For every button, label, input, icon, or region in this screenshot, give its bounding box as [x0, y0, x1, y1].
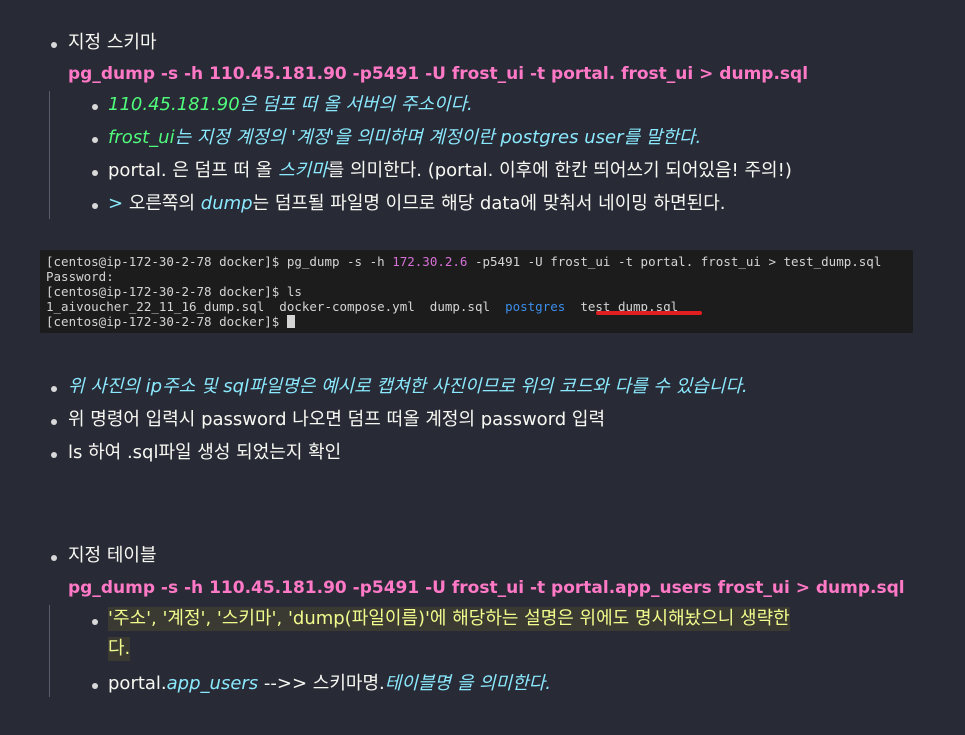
bullet-icon [92, 203, 98, 209]
item-text: portal. 은 덤프 떠 올 [108, 160, 279, 181]
redirect-symbol: > [108, 193, 129, 214]
highlighted-text: 다. [108, 637, 131, 661]
cursor-icon [286, 315, 295, 328]
bullet-icon [92, 104, 98, 110]
terminal-line: 1_aivoucher_22_11_16_dump.sql docker-com… [46, 299, 907, 314]
terminal-dir: postgres [505, 299, 566, 314]
list-item: frost_ui는 지정 계정의 '계정'을 의미하며 계정이란 postgre… [108, 126, 701, 150]
item-text: 오른쪽의 [128, 193, 201, 214]
account-name: frost_ui [108, 127, 175, 148]
bullet-icon [51, 419, 57, 425]
bullet-icon [51, 42, 57, 48]
note-item: ls 하여 .sql파일 생성 되었는지 확인 [68, 442, 342, 463]
terminal-line: Password: [46, 269, 114, 284]
section2-command: pg_dump -s -h 110.45.181.90 -p5491 -U fr… [68, 578, 905, 598]
highlighted-text: '주소', '계정', '스키마', 'dump(파일이름)'에 해당하는 설명… [108, 607, 790, 631]
terminal-line: [centos@ip-172-30-2-78 docker]$ [46, 314, 907, 329]
document-page: 지정 스키마 pg_dump -s -h 110.45.181.90 -p549… [0, 0, 965, 735]
item-text: 는 지정 계정의 '계정'을 의미하며 계정이란 postgres user를 … [174, 127, 702, 148]
bullet-icon [92, 683, 98, 689]
bullet-icon [92, 137, 98, 143]
item-text: 테이블명 을 의미한다. [384, 673, 551, 694]
list-item: > 오른쪽의 dump는 덤프될 파일명 이므로 해당 data에 맞춰서 네이… [108, 192, 726, 216]
item-text: -->> 스키마명. [258, 673, 385, 694]
bullet-icon [51, 555, 57, 561]
terminal-line: [centos@ip-172-30-2-78 docker]$ ls [46, 284, 302, 299]
terminal-screenshot: [centos@ip-172-30-2-78 docker]$ pg_dump … [40, 250, 913, 333]
server-ip: 110.45.181.90 [108, 94, 240, 115]
note-item: 위 명령어 입력시 password 나오면 덤프 떠올 계정의 passwor… [68, 409, 606, 430]
item-text: portal. [108, 673, 167, 694]
bullet-icon [51, 386, 57, 392]
item-text: 는 덤프될 파일명 이므로 해당 data에 맞춰서 네이밍 하면된다. [252, 193, 726, 214]
note-item: 위 사진의 ip주소 및 sql파일명은 예시로 캡쳐한 사진이므로 위의 코드… [68, 376, 748, 397]
indent-guide [49, 605, 50, 697]
list-item: portal.app_users -->> 스키마명.테이블명 을 의미한다. [108, 672, 551, 696]
table-word: app_users [166, 673, 259, 694]
section2-title: 지정 테이블 [68, 545, 157, 566]
list-item: portal. 은 덤프 떠 올 스키마를 의미한다. (portal. 이후에… [108, 159, 792, 183]
terminal-text: [centos@ip-172-30-2-78 docker]$ pg_dump … [46, 254, 393, 269]
list-item: 110.45.181.90은 덤프 떠 올 서버의 주소이다. [108, 93, 473, 117]
schema-word: 스키마 [278, 160, 328, 181]
terminal-ip: 172.30.2.6 [392, 254, 468, 269]
terminal-line: [centos@ip-172-30-2-78 docker]$ pg_dump … [46, 254, 907, 269]
section1-command: pg_dump -s -h 110.45.181.90 -p5491 -U fr… [68, 64, 809, 84]
indent-guide [49, 91, 50, 219]
dump-word: dump [200, 193, 253, 214]
terminal-text: -p5491 -U frost_ui -t portal. frost_ui >… [467, 254, 882, 269]
bullet-icon [92, 619, 98, 625]
red-underline [596, 311, 702, 315]
section1-title: 지정 스키마 [68, 32, 157, 53]
item-text: 은 덤프 떠 올 서버의 주소이다. [239, 94, 473, 115]
terminal-text: 1_aivoucher_22_11_16_dump.sql docker-com… [46, 299, 506, 314]
bullet-icon [51, 452, 57, 458]
terminal-text: [centos@ip-172-30-2-78 docker]$ [46, 314, 287, 329]
bullet-icon [92, 170, 98, 176]
item-text: 를 의미한다. (portal. 이후에 한칸 띄어쓰기 되어있음! 주의!) [327, 160, 792, 181]
